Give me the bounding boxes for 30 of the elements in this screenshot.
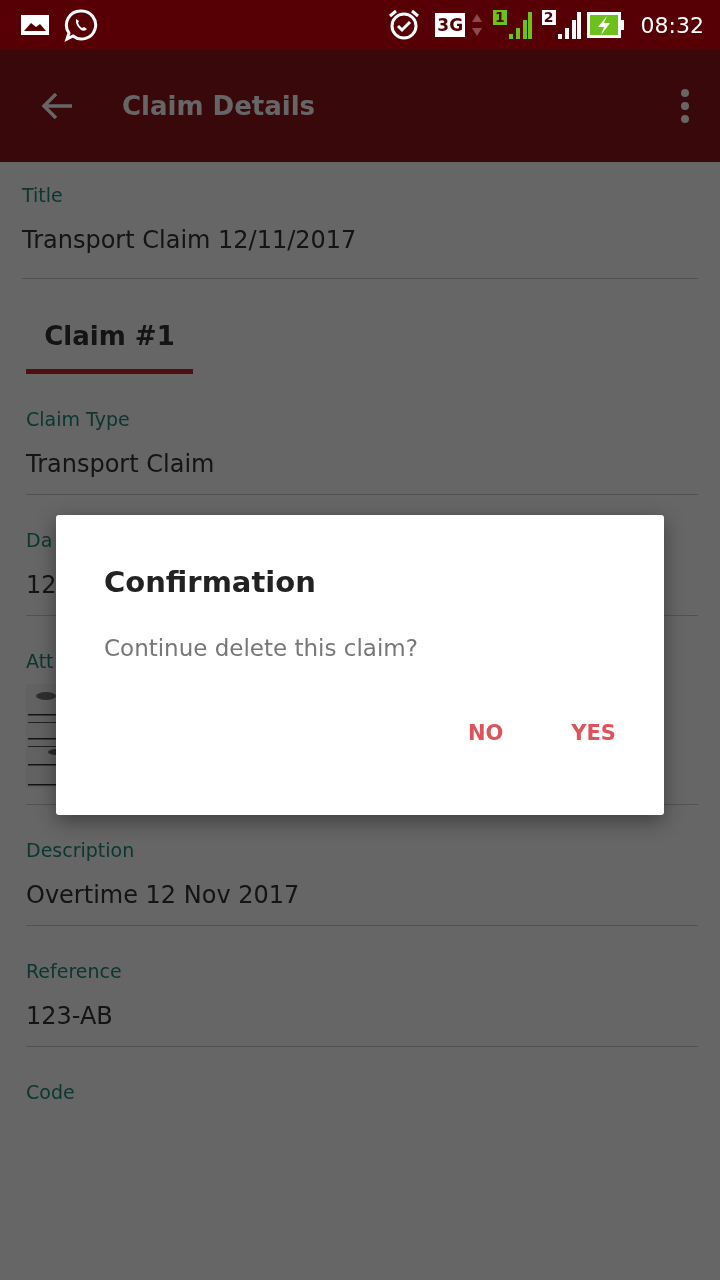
alarm-clock-icon <box>387 8 422 42</box>
data-arrows-icon <box>471 12 484 38</box>
dialog-message: Continue delete this claim? <box>104 635 419 661</box>
field-label: Code <box>26 1081 75 1103</box>
signal-icon <box>556 10 581 40</box>
field-value: Transport Claim 12/11/2017 <box>22 226 358 254</box>
dialog-button[interactable]: YES <box>551 711 636 755</box>
claim-tab[interactable]: Claim #1 <box>26 321 193 374</box>
field-label: Title <box>22 184 64 206</box>
field-value: Transport Claim <box>26 450 215 478</box>
field-value: 12 <box>26 571 57 599</box>
dialog-button[interactable]: NO <box>447 711 524 755</box>
field-value: 123-AB <box>26 1002 113 1030</box>
field-label: Reference <box>26 960 122 982</box>
field-value: Overtime 12 Nov 2017 <box>26 881 300 909</box>
clock-time: 08:32 <box>640 12 704 38</box>
field-label: Da <box>26 529 53 551</box>
field-label: Att <box>26 650 54 672</box>
more-menu-icon[interactable] <box>680 89 690 123</box>
signal-icon <box>507 10 532 40</box>
network-type-label: 3G <box>435 13 466 37</box>
back-arrow-icon[interactable] <box>40 91 74 121</box>
field-label: Description <box>26 839 135 861</box>
sim-number: 2 <box>541 10 556 25</box>
chat-bubble-icon <box>64 8 98 42</box>
screen-title: Claim Details <box>122 91 317 121</box>
field-label: Claim Type <box>26 408 130 430</box>
sim-number: 1 <box>493 10 507 25</box>
image-icon <box>20 13 50 37</box>
dialog-title: Confirmation <box>104 565 317 599</box>
